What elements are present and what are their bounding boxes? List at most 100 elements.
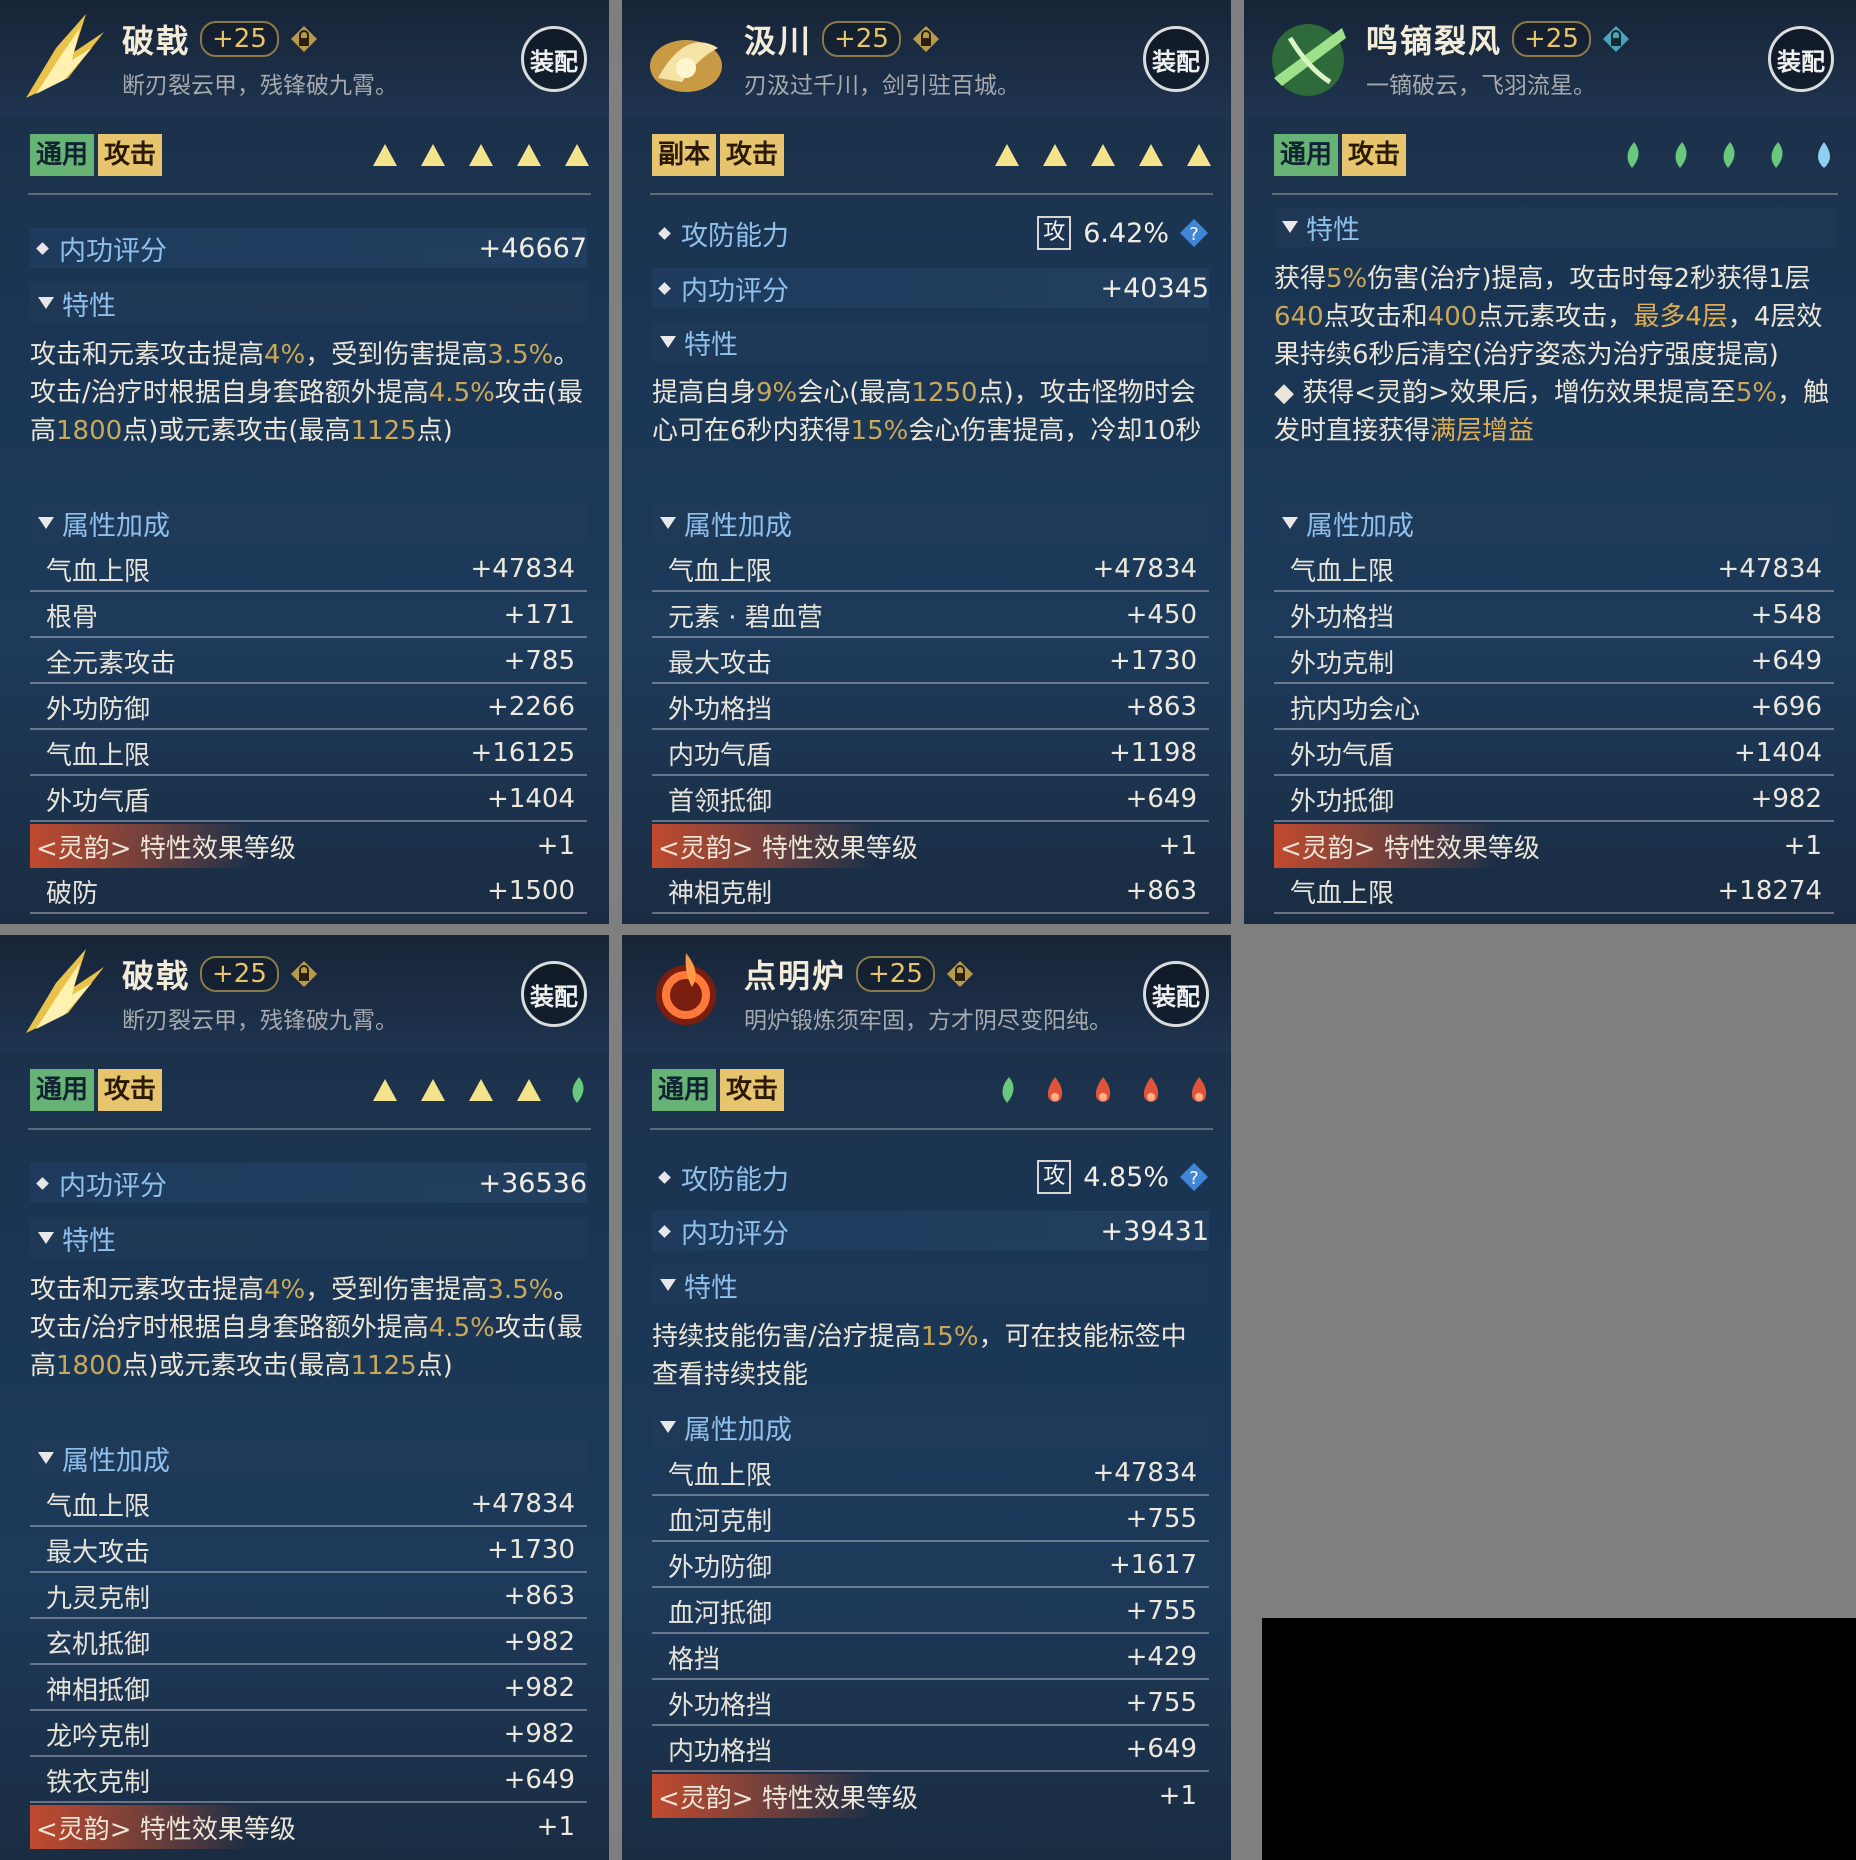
- attr-section-header[interactable]: 属性加成: [652, 1407, 1209, 1447]
- attr-row: 元素 · 碧血营 +450: [652, 594, 1209, 638]
- trait-section-header[interactable]: 特性: [30, 1218, 587, 1258]
- tag-list: 通用 攻击: [652, 1069, 785, 1111]
- score-label: 内功评分: [681, 275, 789, 307]
- trait-section-header[interactable]: 特性: [652, 322, 1209, 362]
- weapon-description: 断刃裂云甲，残锋破九霄。: [122, 1008, 398, 1034]
- gold-triangle-icon: [565, 144, 589, 166]
- help-icon[interactable]: ?: [1179, 218, 1209, 248]
- diamond-bullet-icon: [658, 1224, 671, 1238]
- attr-value: +755: [1125, 1596, 1197, 1626]
- attr-value: +171: [503, 600, 575, 630]
- attr-value: +1: [536, 831, 575, 861]
- gold-triangle-icon: [373, 1079, 397, 1101]
- enhance-level-badge: +25: [200, 21, 279, 57]
- attr-section-header[interactable]: 属性加成: [30, 503, 587, 543]
- collapse-arrow-icon: [660, 1421, 676, 1433]
- lingyun-attr-row: <灵韵> 特性效果等级 +1: [30, 1805, 587, 1849]
- attr-value: +696: [1750, 692, 1822, 722]
- weapon-description: 一镝破云，飞羽流星。: [1366, 73, 1596, 99]
- attr-section-header[interactable]: 属性加成: [30, 1438, 587, 1478]
- panel-header: 破戟 +25 断刃裂云甲，残锋破九霄。 装配: [0, 0, 609, 118]
- tag-attack: 攻击: [98, 1069, 163, 1111]
- attr-value: +47834: [1092, 1458, 1198, 1488]
- trait-section-header[interactable]: 特性: [652, 1265, 1209, 1305]
- tag-attack: 攻击: [1342, 134, 1407, 176]
- enhance-level-badge: +25: [822, 21, 901, 57]
- attr-name: <灵韵> 特性效果等级: [36, 1814, 296, 1845]
- fire-furnace-icon: [656, 953, 716, 1025]
- green-leaf-icon: [1002, 1077, 1014, 1103]
- lingyun-attr-row: <灵韵> 特性效果等级 +1: [652, 824, 1209, 868]
- diamond-bullet-icon: [36, 241, 49, 255]
- attr-row: 气血上限 +47834: [1274, 548, 1834, 592]
- attr-name: 外功抵御: [1290, 786, 1395, 817]
- trait-text: 攻击和元素攻击提高4%，受到伤害提高3.5%。攻击/治疗时根据自身套路额外提高4…: [30, 340, 583, 446]
- equip-button[interactable]: 装配: [1143, 961, 1209, 1027]
- lingyun-attr-row: <灵韵> 特性效果等级 +1: [1274, 824, 1834, 868]
- blank-area: [1262, 1618, 1856, 1860]
- attr-value: +47834: [1092, 554, 1198, 584]
- attr-name: 格挡: [668, 1644, 721, 1675]
- attr-section-header[interactable]: 属性加成: [652, 503, 1209, 543]
- equip-button[interactable]: 装配: [1143, 26, 1209, 92]
- attr-value: +1617: [1109, 1550, 1197, 1580]
- svg-text:?: ?: [1189, 1168, 1199, 1189]
- attr-value: +2266: [487, 692, 575, 722]
- attr-value: +1730: [1109, 646, 1197, 676]
- attr-name: 外功气盾: [1290, 740, 1395, 771]
- golden-blade-icon: [26, 949, 104, 1033]
- attr-value: +47834: [470, 554, 576, 584]
- attr-name: <灵韵> 特性效果等级: [658, 833, 918, 864]
- diamond-bullet-icon: [658, 281, 671, 295]
- power-value: 4.85%: [1083, 1161, 1169, 1193]
- attr-row: 外功格挡 +863: [652, 686, 1209, 730]
- attr-name: 外功防御: [668, 1552, 773, 1583]
- attr-value: +863: [1125, 692, 1197, 722]
- attr-name: 气血上限: [46, 1491, 151, 1522]
- attr-section-header[interactable]: 属性加成: [1274, 503, 1834, 543]
- diamond-bullet-icon: [658, 1170, 671, 1184]
- attr-name: 内功气盾: [668, 740, 773, 771]
- enhance-level-badge: +25: [1512, 21, 1591, 57]
- attr-name: 外功格挡: [668, 1690, 773, 1721]
- green-leaf-icon: [1723, 142, 1735, 168]
- attr-name: 外功克制: [1290, 648, 1395, 679]
- equip-button[interactable]: 装配: [521, 961, 587, 1027]
- golden-blade-icon: [26, 14, 104, 98]
- attr-row: 全元素攻击 +785: [30, 640, 587, 684]
- equip-button[interactable]: 装配: [1768, 26, 1834, 92]
- gold-triangle-icon: [517, 144, 541, 166]
- attr-value: +1500: [487, 876, 575, 906]
- attr-value: +755: [1125, 1504, 1197, 1534]
- attr-row: 内功气盾 +1198: [652, 732, 1209, 776]
- collapse-arrow-icon: [1282, 221, 1298, 233]
- attr-name: 龙吟克制: [46, 1721, 151, 1752]
- trait-section-header[interactable]: 特性: [1274, 207, 1834, 247]
- attr-row: 玄机抵御 +982: [30, 1621, 587, 1665]
- red-flame-icon: [1191, 1077, 1207, 1102]
- collapse-arrow-icon: [38, 1452, 54, 1464]
- star-marks: [371, 1075, 591, 1105]
- lock-icon: [1602, 26, 1629, 52]
- tag-list: 通用 攻击: [1274, 134, 1407, 176]
- attr-value: +649: [1125, 784, 1197, 814]
- trait-section-header[interactable]: 特性: [30, 283, 587, 323]
- help-icon[interactable]: ?: [1179, 1162, 1209, 1192]
- attr-row: 气血上限 +16125: [30, 732, 587, 776]
- equip-button[interactable]: 装配: [521, 26, 587, 92]
- attr-name: 神相抵御: [46, 1675, 151, 1706]
- weapon-description: 断刃裂云甲，残锋破九霄。: [122, 73, 398, 99]
- attr-row: 神相克制 +863: [652, 870, 1209, 914]
- green-leaf-icon: [1675, 142, 1687, 168]
- tag-attack: 攻击: [720, 1069, 785, 1111]
- leaf-marks: [1618, 140, 1838, 170]
- tag-general: 通用: [30, 134, 95, 176]
- enhance-level-badge: +25: [856, 956, 935, 992]
- weapon-name: 破戟: [122, 957, 191, 995]
- attr-row: 气血上限 +18274: [1274, 870, 1834, 914]
- attr-name: 外功气盾: [46, 786, 151, 817]
- attr-value: +1: [536, 1812, 575, 1842]
- attr-name: 抗内功会心: [1290, 694, 1421, 725]
- collapse-arrow-icon: [660, 1279, 676, 1291]
- attr-row: 格挡 +429: [652, 1636, 1209, 1680]
